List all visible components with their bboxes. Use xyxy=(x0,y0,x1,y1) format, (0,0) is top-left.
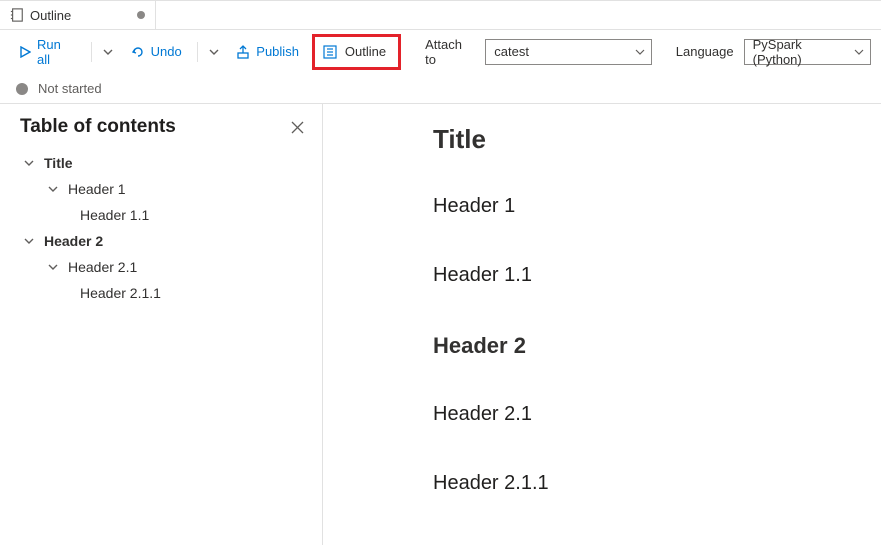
close-icon[interactable] xyxy=(287,119,308,136)
language-label: Language xyxy=(676,44,734,59)
toc-item-label: Header 1.1 xyxy=(80,207,149,223)
heading-h21: Header 2.1 xyxy=(433,403,841,426)
separator xyxy=(197,42,198,62)
heading-title: Title xyxy=(433,124,841,155)
attach-to-value: catest xyxy=(494,44,529,59)
chevron-down-icon xyxy=(854,47,864,57)
chevron-down-icon xyxy=(48,184,62,194)
heading-h1: Header 1 xyxy=(433,195,841,218)
undo-icon xyxy=(131,45,145,59)
toc-item-header21[interactable]: Header 2.1 xyxy=(20,254,308,280)
run-all-button[interactable]: Run all xyxy=(10,38,85,66)
content-area: Title Header 1 Header 1.1 Header 2 Heade… xyxy=(323,104,881,545)
toolbar: Run all Undo Publish Outline Attach to c… xyxy=(0,30,881,74)
chevron-down-icon xyxy=(24,236,38,246)
toc-item-header2[interactable]: Header 2 xyxy=(20,228,308,254)
toc-item-label: Header 1 xyxy=(68,181,126,197)
notebook-icon xyxy=(10,8,24,22)
tab-bar: Outline xyxy=(0,0,881,30)
separator xyxy=(91,42,92,62)
heading-h11: Header 1.1 xyxy=(433,264,841,287)
toc-item-header11[interactable]: Header 1.1 xyxy=(20,202,308,228)
toc-item-header1[interactable]: Header 1 xyxy=(20,176,308,202)
toc-header: Table of contents xyxy=(20,116,308,138)
toc-item-label: Header 2 xyxy=(44,233,103,249)
publish-icon xyxy=(236,45,250,59)
undo-label: Undo xyxy=(151,44,182,59)
toc-sidebar: Table of contents Title Header 1 Header … xyxy=(0,104,323,545)
publish-label: Publish xyxy=(256,44,299,59)
language-select[interactable]: PySpark (Python) xyxy=(744,39,871,65)
tab-outline[interactable]: Outline xyxy=(0,1,156,29)
toc-item-label: Header 2.1 xyxy=(68,259,137,275)
chevron-down-icon xyxy=(48,262,62,272)
chevron-down-icon xyxy=(24,158,38,168)
chevron-down-icon xyxy=(635,47,645,57)
play-icon xyxy=(19,46,31,58)
heading-h2: Header 2 xyxy=(433,333,841,359)
undo-button[interactable]: Undo xyxy=(122,38,191,66)
run-all-label: Run all xyxy=(37,37,76,67)
outline-icon xyxy=(323,45,337,59)
run-all-dropdown[interactable] xyxy=(98,38,118,66)
toc-title: Table of contents xyxy=(20,116,176,138)
unsaved-dot-icon xyxy=(137,11,145,19)
tab-label: Outline xyxy=(30,8,71,23)
status-text: Not started xyxy=(38,81,102,96)
status-bar: Not started xyxy=(0,74,881,104)
publish-button[interactable]: Publish xyxy=(227,38,308,66)
toc-item-header211[interactable]: Header 2.1.1 xyxy=(20,280,308,306)
heading-h211: Header 2.1.1 xyxy=(433,472,841,495)
attach-to-label: Attach to xyxy=(425,37,475,67)
toc-item-label: Title xyxy=(44,155,73,171)
status-dot-icon xyxy=(16,83,28,95)
toc-item-title[interactable]: Title xyxy=(20,150,308,176)
outline-label: Outline xyxy=(345,44,386,59)
outline-button[interactable]: Outline xyxy=(312,34,401,70)
body: Table of contents Title Header 1 Header … xyxy=(0,104,881,545)
undo-dropdown[interactable] xyxy=(204,38,224,66)
attach-to-select[interactable]: catest xyxy=(485,39,652,65)
language-value: PySpark (Python) xyxy=(753,37,854,67)
toc-item-label: Header 2.1.1 xyxy=(80,285,161,301)
